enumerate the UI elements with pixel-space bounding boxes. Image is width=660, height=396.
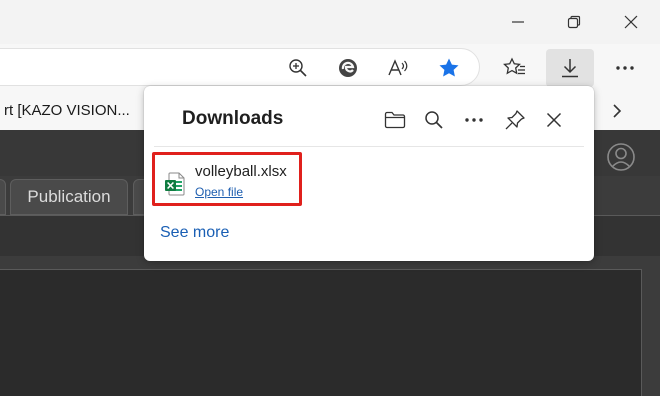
close-downloads-button[interactable] (539, 105, 569, 135)
page-tab-publication[interactable]: Publication (10, 179, 128, 215)
pin-downloads-button[interactable] (500, 105, 530, 135)
zoom-button[interactable] (282, 52, 314, 84)
edge-button[interactable] (332, 52, 364, 84)
open-downloads-folder-button[interactable] (380, 105, 410, 135)
account-button[interactable] (606, 142, 636, 172)
zoom-icon (289, 59, 307, 77)
chevron-right-icon (613, 104, 622, 118)
downloads-button[interactable] (546, 49, 594, 87)
minimize-button[interactable] (492, 0, 544, 44)
minimize-icon (512, 21, 524, 23)
search-icon (425, 111, 443, 129)
favorites-overflow-button[interactable] (601, 95, 633, 127)
read-aloud-button[interactable] (382, 52, 414, 84)
favorite-star-icon (439, 58, 459, 77)
see-more-link[interactable]: See more (160, 224, 229, 242)
account-icon (607, 143, 635, 171)
downloads-flyout: Downloads volleyball.xlsx Open file See … (144, 86, 594, 261)
favorites-item[interactable]: rt [KAZO VISION... (4, 102, 130, 119)
close-icon (624, 15, 638, 29)
downloads-title: Downloads (182, 108, 284, 129)
favorite-button[interactable] (433, 52, 465, 84)
download-filename: volleyball.xlsx (195, 163, 287, 180)
read-aloud-icon (388, 59, 408, 76)
restore-button[interactable] (548, 0, 600, 44)
settings-more-button[interactable] (609, 52, 641, 84)
edge-icon (339, 59, 357, 77)
more-icon (616, 66, 634, 70)
download-item[interactable]: volleyball.xlsx Open file (152, 152, 302, 206)
folder-icon (384, 111, 406, 129)
open-file-link[interactable]: Open file (195, 185, 243, 199)
excel-file-icon (165, 172, 185, 196)
more-icon (465, 118, 483, 122)
close-window-button[interactable] (605, 0, 657, 44)
downloads-separator (154, 146, 584, 147)
title-bar (0, 0, 660, 44)
close-icon (546, 112, 562, 128)
downloads-more-options-button[interactable] (459, 105, 489, 135)
tab-label: Publication (27, 187, 111, 206)
pin-icon (505, 110, 525, 130)
restore-icon (567, 15, 581, 29)
download-icon (562, 59, 578, 78)
search-downloads-button[interactable] (419, 105, 449, 135)
content-panel (0, 269, 642, 396)
page-tab-previous[interactable] (0, 179, 6, 215)
favorites-button[interactable] (499, 52, 531, 84)
favorites-list-icon (503, 57, 525, 75)
download-icon-wrap (554, 52, 586, 84)
